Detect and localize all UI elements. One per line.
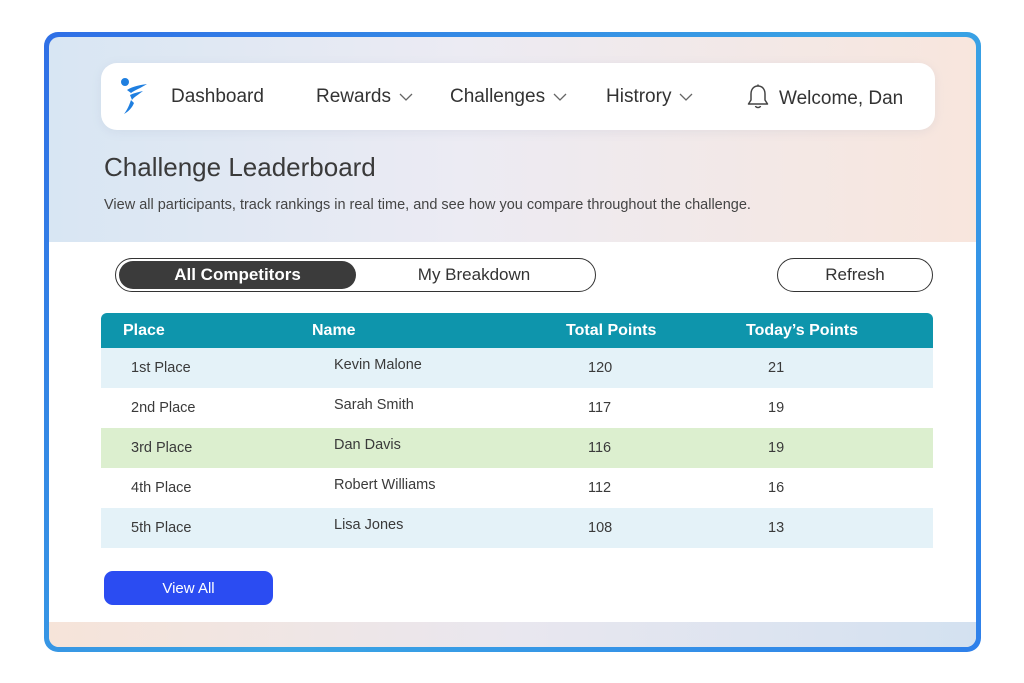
nav-challenges-label: Challenges — [450, 85, 546, 107]
bell-icon[interactable] — [746, 84, 770, 110]
cell-total-points: 108 — [588, 520, 613, 536]
nav-dashboard-label: Dashboard — [171, 85, 264, 107]
leaderboard-table: Place Name Total Points Today’s Points 1… — [101, 313, 933, 548]
nav-challenges[interactable]: Challenges — [450, 63, 567, 130]
cell-total-points: 116 — [588, 440, 612, 456]
page-title: Challenge Leaderboard — [104, 152, 376, 182]
bottom-strip — [49, 622, 976, 647]
cell-name: Kevin Malone — [334, 357, 422, 373]
column-header-total-points: Total Points — [566, 321, 657, 339]
cell-total-points: 112 — [588, 480, 612, 496]
cell-todays-points: 21 — [768, 360, 785, 376]
top-navbar: Dashboard Rewards Challenges Histrory We… — [101, 63, 935, 130]
table-row[interactable]: 1st Place Kevin Malone 120 21 — [101, 348, 933, 388]
table-row[interactable]: 2nd Place Sarah Smith 117 19 — [101, 388, 933, 428]
cell-total-points: 120 — [588, 360, 613, 376]
column-header-place: Place — [123, 321, 165, 339]
nav-rewards[interactable]: Rewards — [316, 63, 413, 130]
view-toggle: All Competitors My Breakdown — [115, 258, 596, 292]
nav-history[interactable]: Histrory — [606, 63, 693, 130]
tab-all-competitors[interactable]: All Competitors — [119, 261, 356, 289]
table-row[interactable]: 5th Place Lisa Jones 108 13 — [101, 508, 933, 548]
view-all-button[interactable]: View All — [104, 571, 273, 605]
table-row[interactable]: 3rd Place Dan Davis 116 19 — [101, 428, 933, 468]
app-window: Dashboard Rewards Challenges Histrory We… — [49, 37, 976, 647]
cell-todays-points: 19 — [768, 440, 785, 456]
cell-place: 3rd Place — [131, 440, 193, 456]
table-row[interactable]: 4th Place Robert Williams 112 16 — [101, 468, 933, 508]
tab-my-breakdown[interactable]: My Breakdown — [356, 261, 592, 289]
column-header-name: Name — [312, 321, 356, 339]
cell-place: 5th Place — [131, 520, 192, 536]
app-frame: Dashboard Rewards Challenges Histrory We… — [44, 32, 981, 652]
cell-name: Robert Williams — [334, 477, 436, 493]
cell-todays-points: 16 — [768, 480, 785, 496]
cell-place: 4th Place — [131, 480, 192, 496]
cell-place: 2nd Place — [131, 400, 196, 416]
welcome-text: Welcome, Dan — [779, 87, 904, 109]
cell-place: 1st Place — [131, 360, 191, 376]
refresh-button[interactable]: Refresh — [777, 258, 933, 292]
nav-dashboard[interactable]: Dashboard — [171, 63, 264, 130]
cell-name: Dan Davis — [334, 437, 401, 453]
cell-todays-points: 13 — [768, 520, 785, 536]
chevron-down-icon — [553, 93, 567, 101]
table-header: Place Name Total Points Today’s Points — [101, 313, 933, 348]
welcome-user[interactable]: Welcome, Dan — [779, 65, 903, 132]
cell-name: Sarah Smith — [334, 397, 414, 413]
nav-rewards-label: Rewards — [316, 85, 391, 107]
nav-history-label: Histrory — [606, 85, 672, 107]
cell-todays-points: 19 — [768, 400, 785, 416]
column-header-todays-points: Today’s Points — [746, 321, 859, 339]
cell-total-points: 117 — [588, 400, 612, 416]
page-subtitle: View all participants, track rankings in… — [104, 197, 751, 213]
brand-logo-icon[interactable] — [119, 76, 149, 116]
cell-name: Lisa Jones — [334, 517, 404, 533]
chevron-down-icon — [679, 93, 693, 101]
chevron-down-icon — [399, 93, 413, 101]
